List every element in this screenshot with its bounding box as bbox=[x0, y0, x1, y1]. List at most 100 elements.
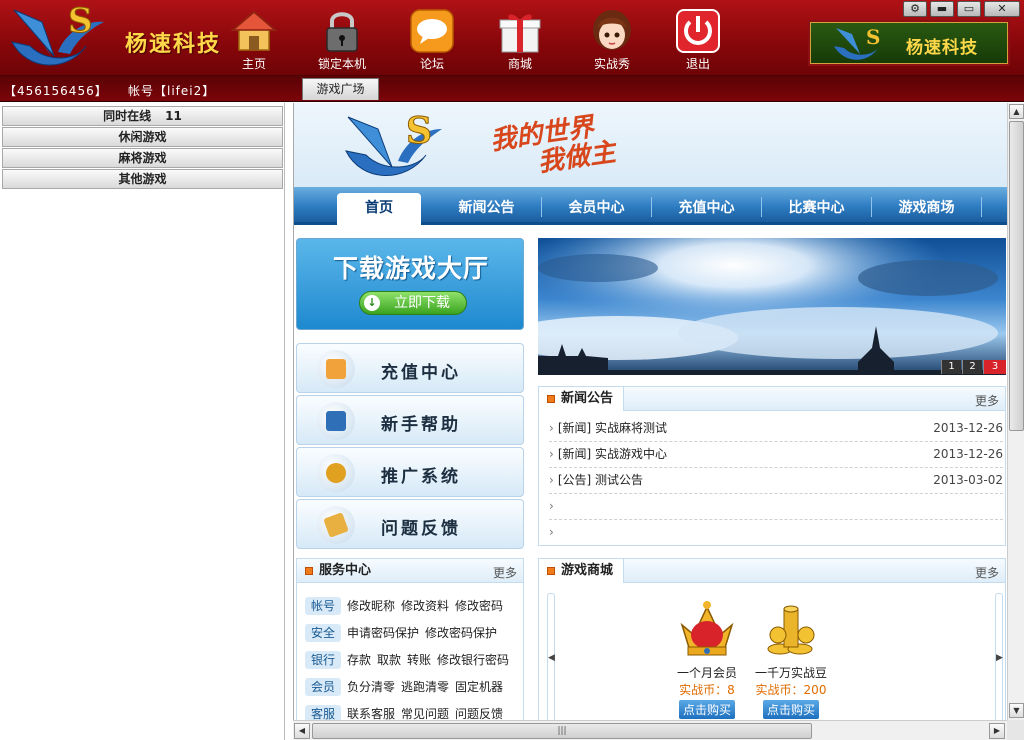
menu-feedback[interactable]: 问题反馈 bbox=[296, 499, 524, 549]
maximize-button[interactable]: ▭ bbox=[957, 1, 981, 17]
service-row-account: 帐号 修改昵称 修改资料 修改密码 bbox=[305, 596, 509, 618]
menu-help[interactable]: 新手帮助 bbox=[296, 395, 524, 445]
news-item-title: [公告] 测试公告 bbox=[557, 473, 643, 487]
menu-help-label: 新手帮助 bbox=[381, 415, 461, 435]
service-link[interactable]: 取款 bbox=[377, 653, 401, 667]
game-group-mahjong[interactable]: 麻将游戏 bbox=[2, 148, 283, 168]
buy-button[interactable]: 点击购买 bbox=[678, 700, 735, 719]
news-item-date: 2013-12-26 bbox=[933, 421, 1003, 435]
svg-text:S: S bbox=[406, 110, 432, 152]
nav-recharge[interactable]: 充值中心 bbox=[652, 197, 762, 217]
tab-game-plaza[interactable]: 游戏广场 bbox=[302, 78, 379, 100]
news-item-title: [新闻] 实战麻将测试 bbox=[557, 421, 667, 435]
download-title: 下载游戏大厅 bbox=[332, 254, 489, 283]
service-link[interactable]: 常见问题 bbox=[401, 707, 449, 720]
chevron-right-icon: › bbox=[549, 447, 554, 461]
square-bullet-icon bbox=[305, 567, 313, 575]
service-link[interactable]: 联系客服 bbox=[347, 707, 395, 720]
slide-page-3[interactable]: 3 bbox=[983, 360, 1006, 374]
forum-button[interactable]: 论坛 bbox=[400, 8, 464, 72]
news-header: 新闻公告 更多 bbox=[539, 387, 1005, 411]
slideshow-banner[interactable]: 1 2 3 bbox=[538, 238, 1006, 375]
game-group-casual[interactable]: 休闲游戏 bbox=[2, 127, 283, 147]
service-link[interactable]: 修改银行密码 bbox=[437, 653, 509, 667]
menu-promotion[interactable]: 推广系统 bbox=[296, 447, 524, 497]
mall-item-name: 一个月会员 bbox=[676, 666, 737, 680]
download-arrow-icon: ↓ bbox=[364, 295, 380, 311]
game-mall-box: 游戏商城 更多 ◀ ▶ 一个月会员 实战币：8 点击购买 一千万实战豆 实战币：… bbox=[538, 558, 1006, 720]
menu-recharge[interactable]: 充值中心 bbox=[296, 343, 524, 393]
online-label: 同时在线 bbox=[103, 109, 152, 123]
nav-game-mall[interactable]: 游戏商场 bbox=[872, 197, 982, 217]
nav-home[interactable]: 首页 bbox=[337, 193, 421, 225]
news-item[interactable]: › bbox=[549, 494, 1003, 520]
title-bar: S 杨速科技 主页 锁定本机 论坛 商城 实战秀 退出 S 杨速科技 ⚙ ▬ ▭… bbox=[0, 0, 1024, 76]
scroll-left-arrow[interactable]: ◀ bbox=[294, 723, 310, 739]
vertical-scroll-thumb[interactable] bbox=[1009, 121, 1024, 431]
news-item[interactable]: › [公告] 测试公告 2013-03-02 bbox=[549, 468, 1003, 494]
nav-news[interactable]: 新闻公告 bbox=[432, 197, 542, 217]
lock-machine-label: 锁定本机 bbox=[317, 57, 366, 71]
buy-button[interactable]: 点击购买 bbox=[762, 700, 819, 719]
news-item-date: 2013-12-26 bbox=[933, 447, 1003, 461]
user-info-bar: 【456156456】 帐号【lifei2】 游戏广场 bbox=[0, 76, 1024, 102]
menu-promotion-label: 推广系统 bbox=[381, 467, 461, 487]
vertical-scrollbar[interactable]: ▲ ▼ bbox=[1007, 103, 1024, 720]
horizontal-scrollbar[interactable]: ◀ ||| ▶ bbox=[293, 720, 1007, 740]
service-tag: 客服 bbox=[305, 705, 341, 720]
nav-match[interactable]: 比赛中心 bbox=[762, 197, 872, 217]
scroll-right-arrow[interactable]: ▶ bbox=[989, 723, 1005, 739]
square-bullet-icon bbox=[547, 567, 555, 575]
service-link[interactable]: 修改密码保护 bbox=[425, 626, 497, 640]
horizontal-scroll-thumb[interactable]: ||| bbox=[312, 723, 812, 739]
service-link[interactable]: 逃跑清零 bbox=[401, 680, 449, 694]
show-button[interactable]: 实战秀 bbox=[580, 8, 644, 72]
news-item-date: 2013-03-02 bbox=[933, 473, 1003, 487]
service-link[interactable]: 修改昵称 bbox=[347, 599, 395, 613]
service-link[interactable]: 修改资料 bbox=[401, 599, 449, 613]
game-mall-more-link[interactable]: 更多 bbox=[975, 564, 999, 581]
game-mall-title: 游戏商城 bbox=[539, 559, 625, 583]
service-link[interactable]: 修改密码 bbox=[455, 599, 503, 613]
service-link[interactable]: 负分清零 bbox=[347, 680, 395, 694]
exit-button[interactable]: 退出 bbox=[666, 8, 730, 72]
brand-banner-text: 杨速科技 bbox=[906, 38, 978, 58]
close-button[interactable]: ✕ bbox=[984, 1, 1020, 17]
mall-scroll-right-arrow[interactable]: ▶ bbox=[995, 593, 1003, 720]
online-count-item[interactable]: 同时在线 11 bbox=[2, 106, 283, 126]
download-now-label: 立即下载 bbox=[394, 295, 450, 311]
news-title: 新闻公告 bbox=[539, 387, 625, 411]
lock-machine-button[interactable]: 锁定本机 bbox=[310, 8, 374, 72]
news-item[interactable]: › [新闻] 实战麻将测试 2013-12-26 bbox=[549, 416, 1003, 442]
scroll-down-arrow[interactable]: ▼ bbox=[1009, 703, 1024, 718]
download-now-button[interactable]: ↓ 立即下载 bbox=[359, 291, 467, 315]
mall-item-price: 实战币：200 bbox=[755, 683, 827, 697]
game-group-other[interactable]: 其他游戏 bbox=[2, 169, 283, 189]
slide-page-2[interactable]: 2 bbox=[962, 360, 982, 374]
service-link[interactable]: 存款 bbox=[347, 653, 371, 667]
nav-member[interactable]: 会员中心 bbox=[542, 197, 652, 217]
service-link[interactable]: 转账 bbox=[407, 653, 431, 667]
gold-coins-icon bbox=[767, 605, 815, 655]
news-item[interactable]: › [新闻] 实战游戏中心 2013-12-26 bbox=[549, 442, 1003, 468]
service-center-header: 服务中心 更多 bbox=[297, 559, 523, 583]
service-link[interactable]: 固定机器 bbox=[455, 680, 503, 694]
minimize-button[interactable]: ▬ bbox=[930, 1, 954, 17]
news-more-link[interactable]: 更多 bbox=[975, 392, 999, 409]
home-button[interactable]: 主页 bbox=[222, 8, 286, 72]
news-item[interactable]: › bbox=[549, 520, 1003, 546]
scroll-up-arrow[interactable]: ▲ bbox=[1009, 104, 1024, 119]
service-more-link[interactable]: 更多 bbox=[493, 564, 517, 581]
padlock-icon bbox=[326, 12, 358, 52]
brand-logo: S 杨速科技 bbox=[8, 1, 233, 74]
mall-scroll-left-arrow[interactable]: ◀ bbox=[547, 593, 555, 720]
download-lobby-banner[interactable]: 下载游戏大厅 ↓ 立即下载 bbox=[296, 238, 524, 330]
slide-page-1[interactable]: 1 bbox=[941, 360, 961, 374]
chevron-right-icon: › bbox=[549, 525, 554, 539]
service-tag: 安全 bbox=[305, 624, 341, 642]
shop-button[interactable]: 商城 bbox=[488, 8, 552, 72]
service-link[interactable]: 申请密码保护 bbox=[347, 626, 419, 640]
help-book-icon bbox=[317, 402, 355, 440]
settings-button[interactable]: ⚙ bbox=[903, 1, 927, 17]
service-link[interactable]: 问题反馈 bbox=[455, 707, 503, 720]
